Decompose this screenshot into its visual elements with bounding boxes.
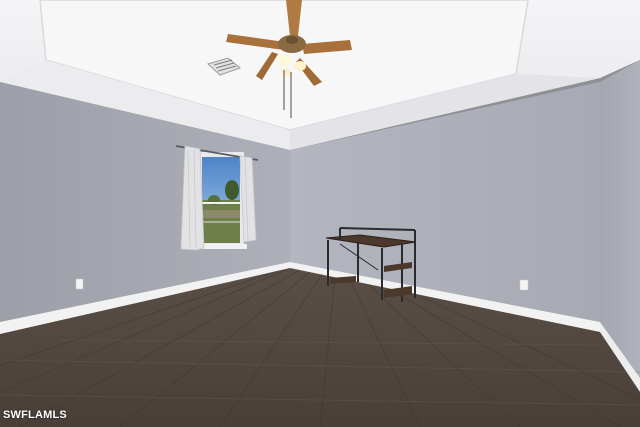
photo-watermark: SWFLAMLS — [3, 409, 67, 421]
room-illustration — [0, 0, 640, 427]
outlet-left — [75, 278, 84, 290]
outlet-right — [519, 279, 529, 291]
room-photo: SWFLAMLS — [0, 0, 640, 427]
curtain-left — [180, 145, 205, 251]
